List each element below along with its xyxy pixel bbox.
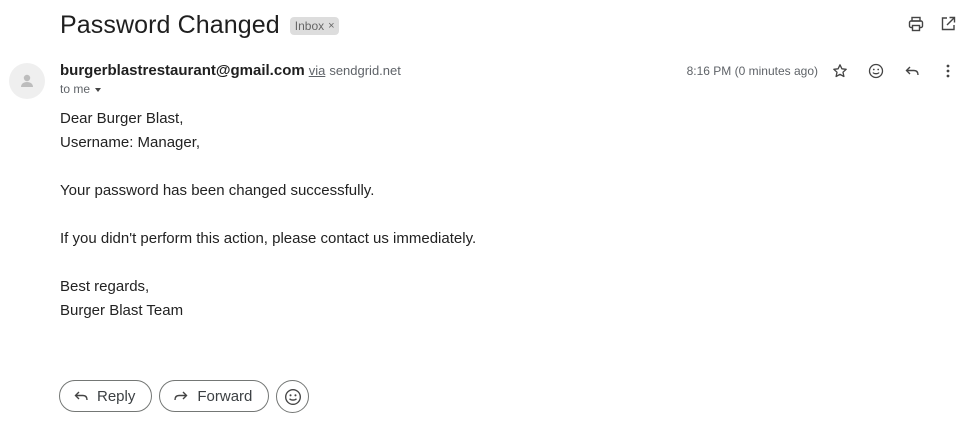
message-actions: [832, 63, 956, 79]
body-line: If you didn't perform this action, pleas…: [60, 230, 477, 247]
emoji-react-button[interactable]: [276, 380, 310, 413]
body-line: Your password has been changed successfu…: [60, 182, 375, 199]
via-domain: sendgrid.net: [329, 63, 401, 78]
body-line: [60, 203, 476, 227]
star-icon[interactable]: [832, 63, 848, 79]
emoji-icon: [284, 388, 301, 405]
remove-label-icon[interactable]: ×: [328, 20, 334, 32]
chevron-down-icon: [95, 88, 102, 92]
body-line: Burger Blast Team: [60, 302, 184, 319]
message-time: 8:16 PM (0 minutes ago): [686, 64, 818, 78]
forward-icon: [173, 388, 189, 404]
emoji-reaction-icon[interactable]: [868, 63, 884, 79]
more-vert-icon[interactable]: [940, 63, 956, 79]
body-line: [60, 251, 476, 275]
label-chip-text: Inbox: [294, 19, 325, 33]
body-line: Username: Manager,: [60, 134, 201, 151]
label-chip-inbox[interactable]: Inbox ×: [289, 17, 339, 35]
person-icon: [21, 74, 33, 87]
forward-button[interactable]: Forward: [159, 380, 270, 412]
via-link[interactable]: via: [309, 63, 326, 78]
reply-icon[interactable]: [904, 63, 920, 79]
recipient-details-toggle[interactable]: to me: [60, 82, 102, 96]
open-in-new-window-icon[interactable]: [940, 16, 956, 32]
email-body: Dear Burger Blast, Username: Manager, Yo…: [60, 107, 476, 323]
sender-email[interactable]: burgerblastrestaurant@gmail.com: [60, 62, 305, 79]
reply-button-label: Reply: [97, 387, 136, 405]
sender-avatar[interactable]: [9, 63, 45, 99]
message-meta: 8:16 PM (0 minutes ago): [687, 63, 956, 79]
sender-row: burgerblastrestaurant@gmail.com via send…: [60, 62, 401, 79]
body-line: [60, 155, 476, 179]
body-line: Best regards,: [60, 278, 150, 295]
reply-icon: [73, 388, 89, 404]
subject-row: Password Changed Inbox ×: [60, 8, 339, 42]
email-subject: Password Changed: [60, 10, 280, 39]
recipient-label: to me: [60, 82, 91, 96]
thread-toolbar: [908, 16, 956, 32]
print-icon[interactable]: [908, 16, 924, 32]
reply-actions: Reply Forward: [59, 380, 310, 413]
forward-button-label: Forward: [197, 387, 253, 405]
reply-button[interactable]: Reply: [59, 380, 153, 412]
body-line: Dear Burger Blast,: [60, 110, 184, 127]
